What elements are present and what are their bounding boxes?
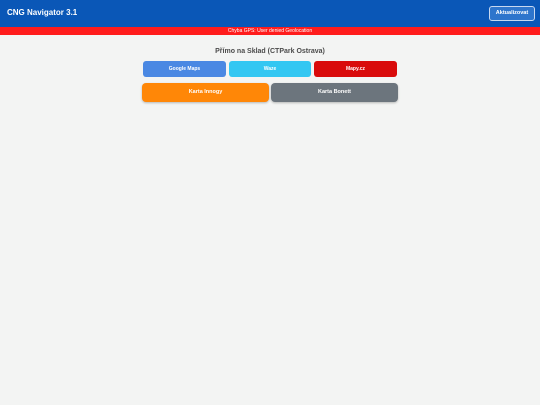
app-header: CNG Navigator 3.1 Aktualizovat xyxy=(0,0,540,27)
mapy-cz-button[interactable]: Mapy.cz xyxy=(314,61,397,77)
app-title: CNG Navigator 3.1 xyxy=(7,8,78,17)
route-title: Přímo na Sklad (CTPark Ostrava) xyxy=(215,48,325,55)
innogy-card-button[interactable]: Karta Innogy xyxy=(142,83,269,102)
gps-error-banner: Chyba GPS: User denied Geolocation xyxy=(0,27,540,35)
google-maps-button[interactable]: Google Maps xyxy=(143,61,226,77)
bonett-card-button[interactable]: Karta Bonett xyxy=(271,83,398,102)
refresh-button[interactable]: Aktualizovat xyxy=(489,6,535,21)
waze-button[interactable]: Waze xyxy=(229,61,311,77)
